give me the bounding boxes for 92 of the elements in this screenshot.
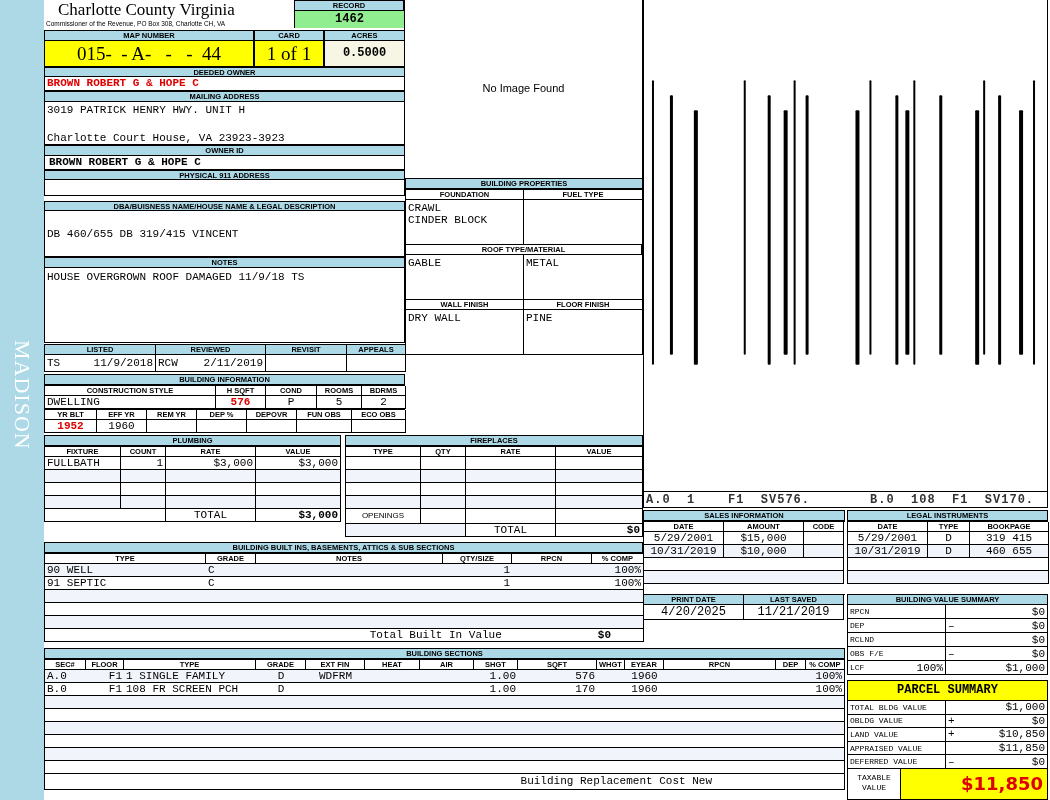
summary-value: $0 xyxy=(1031,714,1045,727)
table-cell: 576 xyxy=(216,396,266,410)
date-value: 11/21/2019 xyxy=(744,605,844,620)
legal-description: DB 460/655 DB 319/415 VINCENT xyxy=(47,227,239,240)
summary-label: RCLND xyxy=(850,635,874,644)
empty-cell xyxy=(147,420,197,434)
summary-value: $0 xyxy=(1031,633,1045,646)
table-cell: 100% xyxy=(592,564,644,577)
table-cell: 5 xyxy=(317,396,362,410)
table-cell: WDFRM xyxy=(306,670,365,683)
sign-symbol: + xyxy=(948,728,955,741)
summary-label: LAND VALUE xyxy=(850,730,898,739)
foundation-value: CRAWL xyxy=(408,202,442,214)
table-cell: F1 xyxy=(86,670,124,683)
table-cell: 100% xyxy=(806,670,845,683)
table-cell: C xyxy=(206,564,256,577)
table-cell: 2 xyxy=(362,396,406,410)
wall-finish-value: DRY WALL xyxy=(408,312,462,324)
summary-value: $10,850 xyxy=(998,728,1045,741)
district-label: MADISON xyxy=(9,340,35,450)
total-value: $0 xyxy=(597,629,611,641)
foundation-value: CINDER BLOCK xyxy=(408,214,489,226)
table-cell: 10/31/2019 xyxy=(644,545,724,558)
floor-finish-value: PINE xyxy=(526,312,554,324)
taxable-label: TAXABLE VALUE xyxy=(856,771,892,794)
summary-label: RPCN xyxy=(850,607,870,616)
summary-label: OBS F/E xyxy=(850,649,884,658)
table-cell: A.0 xyxy=(45,670,86,683)
taxable-value: $11,850 xyxy=(900,768,1047,799)
summary-label: TOTAL BLDG VALUE xyxy=(850,702,927,712)
empty-cell xyxy=(197,420,247,434)
summary-value: $1,000 xyxy=(1005,661,1045,674)
review-date: 11/9/2018 xyxy=(93,356,153,372)
table-cell: 1960 xyxy=(97,420,147,434)
table-cell: 1 SINGLE FAMILY xyxy=(124,670,256,683)
notes-text: HOUSE OVERGROWN ROOF DAMAGED 11/9/18 TS xyxy=(47,270,305,283)
no-image-text: No Image Found xyxy=(482,82,565,94)
total-value: $3,000 xyxy=(256,509,341,522)
owner-id: BROWN ROBERT G & HOPE C xyxy=(44,155,405,170)
summary-value: $1,000 xyxy=(1005,701,1045,714)
table-cell: 1960 xyxy=(625,670,664,683)
sign-symbol: – xyxy=(948,755,955,768)
address-line: 3019 PATRICK HENRY HWY. UNIT H xyxy=(47,103,247,116)
summary-value: $0 xyxy=(1031,755,1045,768)
table-cell: 1952 xyxy=(45,420,97,434)
table-cell: $10,000 xyxy=(724,545,804,558)
sketch-label: A.0 1 F1 SV576. xyxy=(646,492,811,507)
address-line: Charlotte Court House, VA 23923-3923 xyxy=(47,132,286,145)
summary-value: $0 xyxy=(1031,647,1045,660)
table-cell: 576 xyxy=(518,670,597,683)
total-label: Total Built In Value xyxy=(369,629,502,641)
table-cell: 460 655 xyxy=(970,545,1049,558)
table-cell: 10/31/2019 xyxy=(848,545,928,558)
record-number: 1462 xyxy=(294,11,404,28)
empty-cell xyxy=(352,420,406,434)
sign-symbol: – xyxy=(948,647,955,660)
total-value: $0 xyxy=(556,524,643,537)
table-cell: D xyxy=(256,670,306,683)
field-value: 015- - A- - - 44 xyxy=(44,40,254,67)
page-title: Charlotte County Virginia xyxy=(57,0,235,19)
summary-label: DEFERRED VALUE xyxy=(850,757,918,767)
section-title: PARCEL SUMMARY xyxy=(847,680,1048,701)
sketch-label: B.0 108 F1 SV170. xyxy=(870,492,1035,507)
table-cell: P xyxy=(266,396,317,410)
empty-cell xyxy=(247,420,297,434)
table-cell: 90 WELL xyxy=(45,564,206,577)
summary-value: $0 xyxy=(1031,605,1045,618)
roof-type: GABLE xyxy=(408,257,442,269)
review-date: 2/11/2019 xyxy=(203,356,263,372)
summary-label: OBLDG VALUE xyxy=(850,716,903,726)
table-cell: 1 xyxy=(443,564,512,577)
summary-label: DEP xyxy=(850,621,865,630)
summary-label: LCF xyxy=(850,663,865,672)
total-label: TOTAL xyxy=(166,509,256,522)
table-cell: D xyxy=(928,545,970,558)
date-value: 4/20/2025 xyxy=(644,605,744,620)
field-value: 0.5000 xyxy=(324,40,405,67)
roof-material: METAL xyxy=(526,257,560,269)
reviewer-initials: RCW xyxy=(158,356,178,372)
summary-value: $0 xyxy=(1031,619,1045,632)
summary-label: APPRAISED VALUE xyxy=(850,743,922,753)
empty-cell xyxy=(297,420,352,434)
table-cell: 1.00 xyxy=(474,670,518,683)
percent-value: 100% xyxy=(916,661,943,674)
field-value: 1 of 1 xyxy=(254,40,324,67)
sign-symbol: + xyxy=(948,714,955,727)
table-cell: DWELLING xyxy=(45,396,216,410)
summary-value: $11,850 xyxy=(998,742,1045,755)
footer-label: Building Replacement Cost New xyxy=(520,774,712,789)
total-label: TOTAL xyxy=(466,524,556,537)
reviewer-initials: TS xyxy=(47,356,61,372)
sign-symbol: – xyxy=(948,619,955,632)
